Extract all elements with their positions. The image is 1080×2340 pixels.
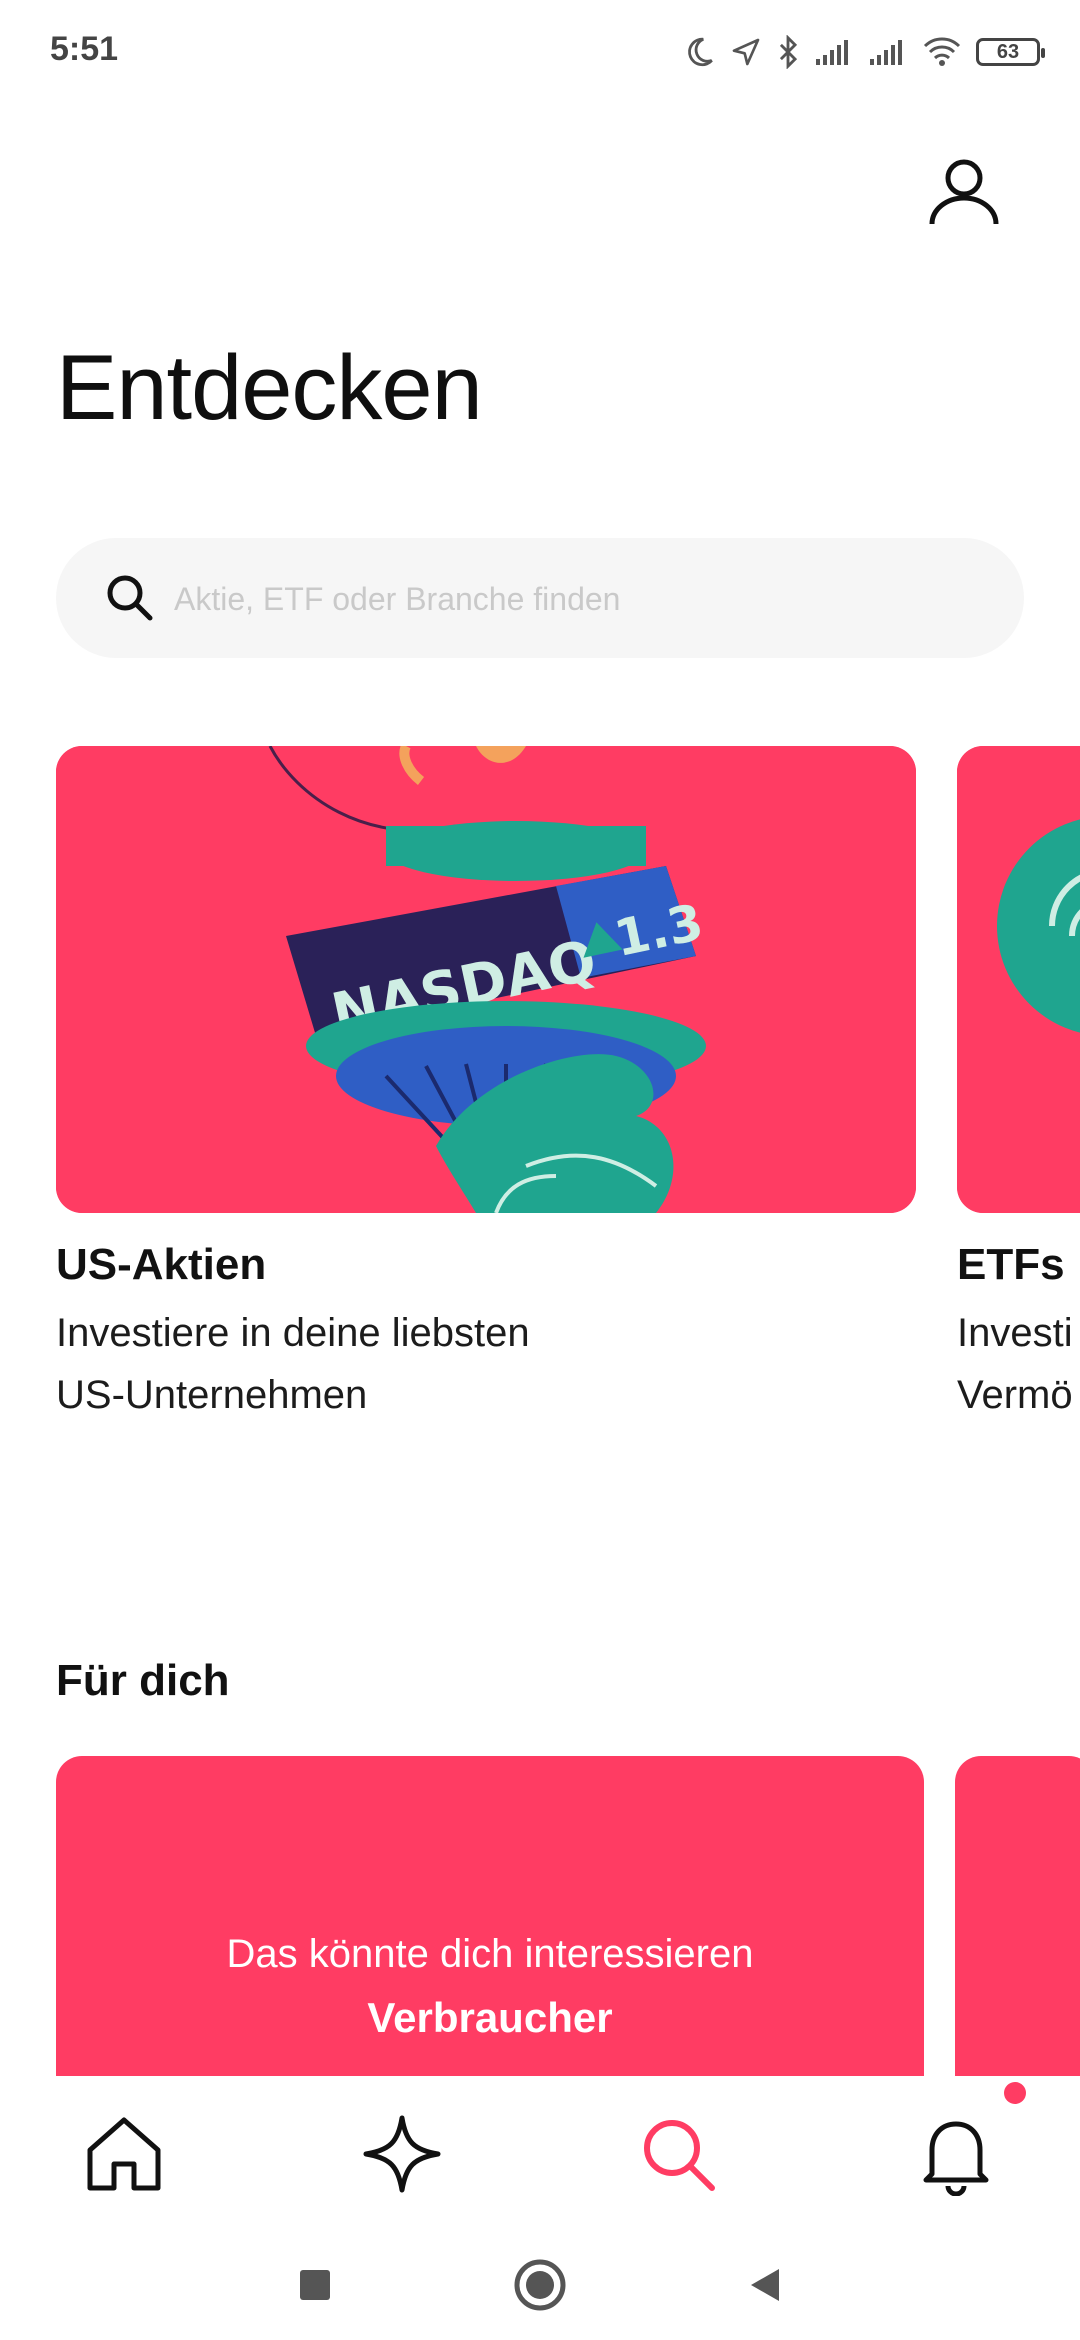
square-icon [300,2270,330,2300]
nav-sparkle[interactable] [352,2104,452,2204]
search-input[interactable] [172,568,996,630]
nav-notifications[interactable] [906,2104,1006,2204]
card-title: ETFs [957,1240,1065,1289]
sparkle-icon [363,2115,441,2193]
battery-icon: 63 [976,38,1045,66]
for-you-card-next[interactable] [955,1756,1080,2076]
status-bar: 5:51 63 [0,0,1080,100]
status-icons: 63 [682,30,1045,74]
system-nav-bar [0,2220,1080,2340]
notification-badge [1004,2082,1026,2104]
card-description: Investi Vermö [957,1311,1073,1417]
profile-button[interactable] [920,146,1008,234]
person-icon [929,159,999,225]
featured-card-etfs[interactable]: ETFs Investi Vermö [957,746,1080,1446]
home-button[interactable] [505,2250,575,2320]
for-you-category: Verbraucher [367,1994,613,2041]
for-you-subtitle: Das könnte dich interessieren [226,1932,754,1976]
back-button[interactable] [730,2250,800,2320]
nav-search[interactable] [628,2104,728,2204]
wifi-icon [922,36,962,68]
signal-icon [814,37,854,67]
for-you-card[interactable]: Das könnte dich interessieren Verbrauche… [56,1756,924,2076]
triangle-back-icon [751,2269,779,2301]
nasdaq-torch-illustration: NASDAQ 1.3 [56,746,916,1213]
card-image: NASDAQ 1.3 [56,746,916,1213]
bell-icon [923,2121,989,2196]
bottom-nav [0,2076,1080,2220]
card-image [957,746,1080,1213]
bluetooth-icon [776,35,800,69]
search-bar[interactable] [56,538,1024,658]
search-icon [107,575,153,621]
section-title-for-you: Für dich [56,1656,230,1705]
page-title: Entdecken [56,337,483,439]
recents-button[interactable] [280,2250,350,2320]
home-icon [87,2117,161,2191]
nav-home[interactable] [74,2104,174,2204]
card-title: US-Aktien [56,1240,267,1289]
status-time: 5:51 [50,30,119,68]
card-description: Investiere in deine liebsten US-Unterneh… [56,1311,530,1417]
signal-icon [868,37,908,67]
location-icon [730,36,762,68]
moon-icon [682,35,716,69]
search-icon [644,2120,715,2191]
circle-icon [514,2259,566,2311]
